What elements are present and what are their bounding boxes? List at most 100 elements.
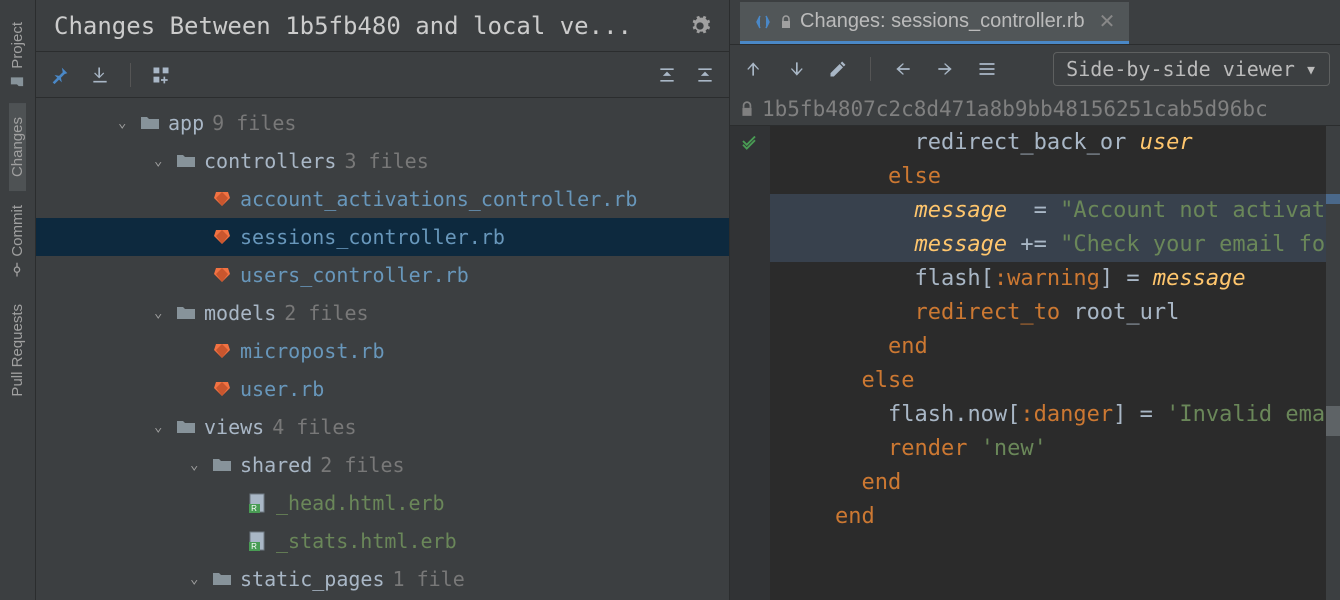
hash-bar: 1b5fb4807c2c8d471a8b9bb48156251cab5d96bc [730, 92, 1340, 126]
separator [870, 57, 871, 81]
code-content: redirect_back_or user else message = "Ac… [770, 126, 1340, 534]
prev-diff-button[interactable] [740, 55, 768, 83]
tree-folder[interactable]: ⌄shared 2 files [36, 446, 729, 484]
lock-icon [780, 15, 792, 29]
folder-name: models [204, 301, 276, 325]
file-name: sessions_controller.rb [240, 225, 505, 249]
file-count: 4 files [272, 415, 356, 439]
file-name: user.rb [240, 377, 324, 401]
tree-file[interactable]: micropost.rb [36, 332, 729, 370]
chevron-down-icon: ⌄ [154, 419, 168, 435]
back-button[interactable] [889, 55, 917, 83]
rail-commit[interactable]: Commit [9, 191, 26, 291]
folder-icon [176, 418, 196, 436]
commit-icon [11, 262, 25, 276]
collapse-all-button[interactable] [691, 61, 719, 89]
file-name: account_activations_controller.rb [240, 187, 637, 211]
viewer-mode-select[interactable]: Side-by-side viewer ▾ [1053, 52, 1330, 86]
rail-label: Commit [9, 205, 26, 257]
folder-icon [176, 304, 196, 322]
download-button[interactable] [86, 61, 114, 89]
erb-icon: R [248, 493, 268, 513]
chevron-down-icon: ▾ [1305, 57, 1317, 81]
rail-project[interactable]: Project [9, 8, 26, 103]
code-area[interactable]: redirect_back_or user else message = "Ac… [730, 126, 1340, 600]
svg-text:R: R [251, 504, 257, 513]
code-line: message = "Account not activated [770, 194, 1340, 228]
check-icon [740, 132, 758, 150]
rail-label: Project [9, 22, 26, 69]
tab-label: Changes: sessions_controller.rb [800, 10, 1085, 33]
folder-name: views [204, 415, 264, 439]
tool-window-rail: Project Changes Commit Pull Requests [0, 0, 36, 600]
file-count: 3 files [344, 149, 428, 173]
rail-label: Pull Requests [9, 304, 26, 397]
changes-title-bar: Changes Between 1b5fb480 and local ve... [36, 0, 729, 52]
rail-changes[interactable]: Changes [9, 103, 26, 191]
marker-strip[interactable] [1326, 126, 1340, 600]
list-button[interactable] [973, 55, 1001, 83]
tree-folder[interactable]: ⌄controllers 3 files [36, 142, 729, 180]
tree-file[interactable]: R _stats.html.erb [36, 522, 729, 560]
code-line: message += "Check your email for [770, 228, 1340, 262]
editor-tab[interactable]: Changes: sessions_controller.rb ✕ [740, 2, 1129, 44]
file-count: 9 files [212, 111, 296, 135]
forward-button[interactable] [931, 55, 959, 83]
code-line: else [770, 160, 1340, 194]
svg-text:R: R [251, 542, 257, 551]
changes-tree[interactable]: ⌄ app 9 files ⌄controllers 3 files account_… [36, 98, 729, 600]
tree-file[interactable]: users_controller.rb [36, 256, 729, 294]
tree-folder[interactable]: ⌄ views 4 files [36, 408, 729, 446]
viewer-mode-label: Side-by-side viewer [1066, 57, 1295, 81]
chevron-down-icon: ⌄ [118, 115, 132, 131]
change-marker[interactable] [1326, 194, 1340, 204]
chevron-down-icon: ⌄ [154, 305, 168, 321]
rail-label: Changes [9, 117, 26, 177]
lock-icon [740, 101, 754, 117]
edit-button[interactable] [824, 55, 852, 83]
ruby-icon [212, 227, 232, 247]
file-name: micropost.rb [240, 339, 385, 363]
folder-name: shared [240, 453, 312, 477]
folder-icon [176, 152, 196, 170]
file-count: 2 files [320, 453, 404, 477]
diff-panel: Changes: sessions_controller.rb ✕ Side-b… [730, 0, 1340, 600]
folder-name: app [168, 111, 204, 135]
gear-icon[interactable] [689, 15, 711, 37]
rail-pull-requests[interactable]: Pull Requests [9, 290, 26, 411]
ruby-icon [212, 265, 232, 285]
tree-folder[interactable]: ⌄ models 2 files [36, 294, 729, 332]
ruby-icon [212, 189, 232, 209]
tree-file[interactable]: account_activations_controller.rb [36, 180, 729, 218]
code-line: end [770, 330, 1340, 364]
erb-icon: R [248, 531, 268, 551]
pin-button[interactable] [46, 61, 74, 89]
expand-all-button[interactable] [653, 61, 681, 89]
commit-hash: 1b5fb4807c2c8d471a8b9bb48156251cab5d96bc [762, 97, 1268, 121]
group-button[interactable] [147, 61, 175, 89]
diff-icon [754, 13, 772, 31]
code-line: flash.now[:danger] = 'Invalid email [770, 398, 1340, 432]
separator [130, 63, 131, 87]
tree-file[interactable]: sessions_controller.rb [36, 218, 729, 256]
file-count: 2 files [284, 301, 368, 325]
tree-file[interactable]: user.rb [36, 370, 729, 408]
code-line: end [770, 500, 1340, 534]
changes-panel: Changes Between 1b5fb480 and local ve...… [36, 0, 730, 600]
tree-folder[interactable]: ⌄static_pages 1 file [36, 560, 729, 598]
tree-folder[interactable]: ⌄ app 9 files [36, 104, 729, 142]
next-diff-button[interactable] [782, 55, 810, 83]
file-name: users_controller.rb [240, 263, 469, 287]
gutter [730, 126, 770, 600]
chevron-down-icon: ⌄ [154, 153, 168, 169]
changes-toolbar [36, 52, 729, 98]
tree-file[interactable]: R_head.html.erb [36, 484, 729, 522]
file-count: 1 file [393, 567, 465, 591]
close-icon[interactable]: ✕ [1099, 9, 1116, 34]
scroll-thumb[interactable] [1326, 406, 1340, 436]
diff-toolbar: Side-by-side viewer ▾ [730, 44, 1340, 92]
ruby-icon [212, 379, 232, 399]
editor-tab-bar: Changes: sessions_controller.rb ✕ [730, 0, 1340, 44]
file-name: _stats.html.erb [276, 529, 457, 553]
folder-name: static_pages [240, 567, 385, 591]
